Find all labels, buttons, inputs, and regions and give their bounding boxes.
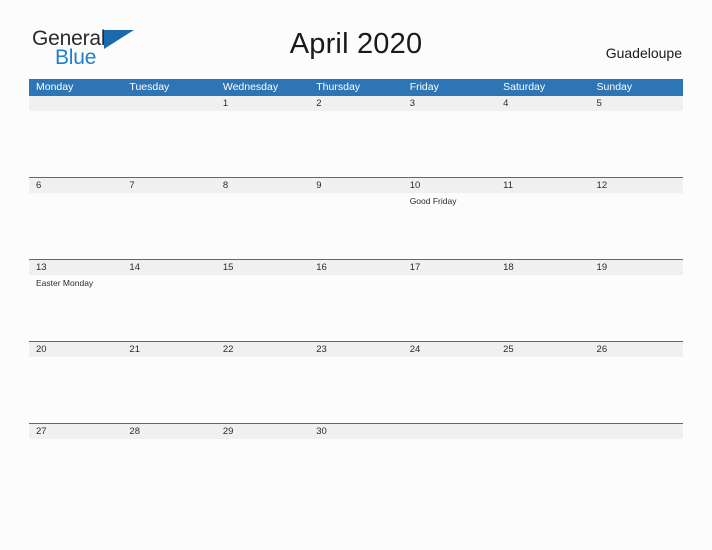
- day-number[interactable]: 18: [496, 260, 589, 275]
- weekday-header-sunday: Sunday: [596, 81, 633, 93]
- day-event[interactable]: [403, 357, 496, 423]
- day-number[interactable]: 11: [496, 178, 589, 193]
- weekday-header-wednesday: Wednesday: [222, 81, 279, 93]
- day-number[interactable]: 24: [403, 342, 496, 357]
- day-event[interactable]: [309, 439, 402, 505]
- day-number[interactable]: [590, 424, 683, 439]
- weekday-header-row: Monday Tuesday Wednesday Thursday Friday…: [29, 79, 683, 96]
- day-event[interactable]: [590, 275, 683, 341]
- day-number[interactable]: 23: [309, 342, 402, 357]
- day-number[interactable]: 1: [216, 96, 309, 111]
- day-number[interactable]: 5: [590, 96, 683, 111]
- day-number[interactable]: 13: [29, 260, 122, 275]
- calendar-grid: Monday Tuesday Wednesday Thursday Friday…: [29, 79, 683, 505]
- day-event[interactable]: [590, 439, 683, 505]
- day-event[interactable]: [496, 439, 589, 505]
- day-event[interactable]: [29, 439, 122, 505]
- day-number[interactable]: [122, 96, 215, 111]
- week-row: 6 7 8 9 10 11 12 Good Friday: [29, 177, 683, 259]
- calendar-page: General Blue April 2020 Guadeloupe Monda…: [0, 0, 712, 550]
- day-event[interactable]: [216, 439, 309, 505]
- day-number[interactable]: [29, 96, 122, 111]
- day-number[interactable]: 14: [122, 260, 215, 275]
- week-row: 1 2 3 4 5: [29, 96, 683, 177]
- week-row: 20 21 22 23 24 25 26: [29, 341, 683, 423]
- day-number[interactable]: 19: [590, 260, 683, 275]
- day-number[interactable]: 12: [590, 178, 683, 193]
- week-date-band: 20 21 22 23 24 25 26: [29, 342, 683, 357]
- day-number[interactable]: 9: [309, 178, 402, 193]
- weekday-header-tuesday: Tuesday: [129, 81, 170, 93]
- day-number[interactable]: 6: [29, 178, 122, 193]
- day-number[interactable]: 15: [216, 260, 309, 275]
- week-date-band: 1 2 3 4 5: [29, 96, 683, 111]
- day-event[interactable]: [122, 111, 215, 177]
- day-number[interactable]: 28: [122, 424, 215, 439]
- day-event[interactable]: [403, 275, 496, 341]
- day-event[interactable]: [29, 193, 122, 259]
- day-number[interactable]: 29: [216, 424, 309, 439]
- day-event[interactable]: [122, 275, 215, 341]
- day-event[interactable]: [590, 111, 683, 177]
- day-event[interactable]: [216, 357, 309, 423]
- day-number[interactable]: 17: [403, 260, 496, 275]
- day-event[interactable]: [309, 357, 402, 423]
- region-label: Guadeloupe: [605, 45, 682, 61]
- day-number[interactable]: 4: [496, 96, 589, 111]
- day-number[interactable]: 20: [29, 342, 122, 357]
- page-header: General Blue April 2020 Guadeloupe: [0, 0, 712, 80]
- day-number[interactable]: 8: [216, 178, 309, 193]
- day-event[interactable]: [496, 193, 589, 259]
- day-event[interactable]: [403, 439, 496, 505]
- week-event-band: Good Friday: [29, 193, 683, 259]
- day-number[interactable]: 30: [309, 424, 402, 439]
- day-event[interactable]: [309, 275, 402, 341]
- day-event[interactable]: [496, 275, 589, 341]
- weekday-header-saturday: Saturday: [503, 81, 546, 93]
- day-number[interactable]: 16: [309, 260, 402, 275]
- day-number[interactable]: [403, 424, 496, 439]
- day-event[interactable]: [29, 357, 122, 423]
- day-event[interactable]: [122, 357, 215, 423]
- week-row: 27 28 29 30: [29, 423, 683, 505]
- week-row: 13 14 15 16 17 18 19 Easter Monday: [29, 259, 683, 341]
- day-number[interactable]: 2: [309, 96, 402, 111]
- weekday-header-monday: Monday: [36, 81, 74, 93]
- day-event[interactable]: Easter Monday: [29, 275, 122, 341]
- day-number[interactable]: 10: [403, 178, 496, 193]
- day-number[interactable]: 21: [122, 342, 215, 357]
- day-event[interactable]: [122, 193, 215, 259]
- day-number[interactable]: [496, 424, 589, 439]
- day-event[interactable]: [496, 111, 589, 177]
- day-event[interactable]: [29, 111, 122, 177]
- week-date-band: 6 7 8 9 10 11 12: [29, 178, 683, 193]
- week-event-band: [29, 439, 683, 505]
- day-event[interactable]: [496, 357, 589, 423]
- day-event[interactable]: [403, 111, 496, 177]
- weekday-header-thursday: Thursday: [316, 81, 361, 93]
- week-date-band: 13 14 15 16 17 18 19: [29, 260, 683, 275]
- day-event[interactable]: [309, 111, 402, 177]
- day-number[interactable]: 27: [29, 424, 122, 439]
- day-number[interactable]: 25: [496, 342, 589, 357]
- day-event[interactable]: Good Friday: [403, 193, 496, 259]
- week-event-band: Easter Monday: [29, 275, 683, 341]
- week-event-band: [29, 111, 683, 177]
- week-event-band: [29, 357, 683, 423]
- week-date-band: 27 28 29 30: [29, 424, 683, 439]
- day-event[interactable]: [122, 439, 215, 505]
- day-number[interactable]: 26: [590, 342, 683, 357]
- day-number[interactable]: 22: [216, 342, 309, 357]
- day-event[interactable]: [590, 357, 683, 423]
- day-event[interactable]: [216, 193, 309, 259]
- weekday-header-friday: Friday: [409, 81, 439, 93]
- day-number[interactable]: 7: [122, 178, 215, 193]
- day-event[interactable]: [216, 275, 309, 341]
- day-event[interactable]: [309, 193, 402, 259]
- day-number[interactable]: 3: [403, 96, 496, 111]
- day-event[interactable]: [590, 193, 683, 259]
- day-event[interactable]: [216, 111, 309, 177]
